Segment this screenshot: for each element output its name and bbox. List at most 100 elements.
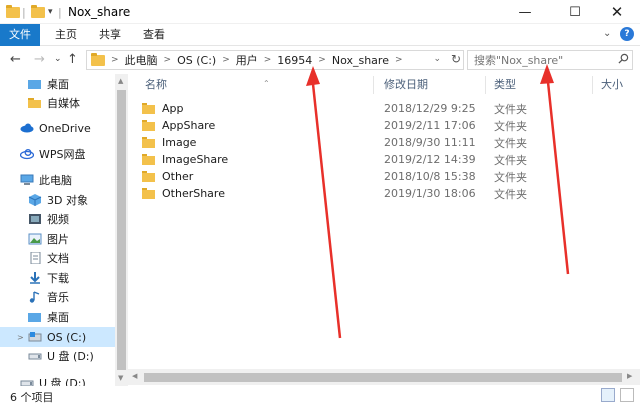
file-name: App [162, 102, 184, 115]
column-header-date[interactable]: 修改日期 [384, 74, 484, 96]
file-name: OtherShare [162, 187, 225, 200]
folder-icon [28, 78, 42, 90]
ribbon: 文件 主页 共享 查看 ⌄ ? [0, 24, 640, 46]
column-header-name[interactable]: 名称 ⌃ [145, 74, 365, 96]
scroll-right-icon[interactable]: ▶ [627, 372, 632, 380]
recent-dropdown-icon[interactable]: ⌄ [54, 54, 62, 64]
search-icon[interactable] [618, 53, 629, 64]
sidebar-scrollbar[interactable]: ▲ ▼ [115, 74, 128, 386]
picture-icon [28, 233, 42, 245]
cloud-icon [19, 148, 35, 160]
quick-access-dropdown-icon[interactable]: ▾ [48, 4, 53, 20]
chevron-down-icon[interactable]: ⌄ [603, 28, 611, 39]
up-arrow-icon[interactable]: ↑ [67, 52, 78, 67]
sidebar-item-3d-objects[interactable]: 3D 对象 [0, 190, 115, 210]
address-dropdown-icon[interactable]: ⌄ [433, 54, 441, 64]
cube-icon [28, 194, 42, 206]
close-button[interactable]: ✕ [594, 0, 640, 24]
breadcrumb-this-pc[interactable]: 此电脑 [125, 52, 158, 68]
file-name: Other [162, 170, 194, 183]
quick-access-folder-icon[interactable] [31, 4, 45, 20]
separator: | [22, 5, 26, 19]
horizontal-scrollbar[interactable]: ◀ ▶ [128, 369, 640, 385]
file-date: 2018/12/29 9:25 [384, 102, 476, 115]
sidebar-item-wps-drive[interactable]: WPS网盘 [0, 144, 115, 164]
desktop-icon [28, 311, 42, 323]
folder-icon [142, 103, 155, 114]
file-list: 名称 ⌃ 修改日期 类型 大小 App 2018/12/29 9:25 文件夹 … [128, 74, 640, 386]
sidebar-item-usb-d-root[interactable]: U 盘 (D:) [0, 373, 115, 386]
separator: | [58, 5, 62, 19]
window-title: Nox_share [68, 5, 131, 19]
folder-icon [142, 171, 155, 182]
column-divider[interactable] [373, 76, 374, 94]
table-row[interactable]: App 2018/12/29 9:25 文件夹 [142, 100, 612, 117]
tab-view[interactable]: 查看 [138, 24, 170, 46]
forward-arrow-icon[interactable]: → [34, 52, 45, 67]
sidebar-item-this-pc[interactable]: 此电脑 [0, 170, 115, 190]
file-type: 文件夹 [494, 170, 527, 184]
sidebar-item-media[interactable]: 自媒体 [0, 93, 115, 113]
scrollbar-thumb[interactable] [144, 373, 622, 382]
cloud-icon [20, 122, 34, 134]
scroll-down-icon[interactable]: ▼ [118, 374, 123, 382]
music-icon [28, 291, 42, 303]
sidebar-item-onedrive[interactable]: OneDrive [0, 118, 115, 138]
chevron-right-icon[interactable]: > [111, 55, 119, 65]
help-icon[interactable]: ? [620, 27, 634, 41]
refresh-icon[interactable]: ↻ [451, 52, 461, 66]
minimize-button[interactable]: — [502, 0, 548, 24]
folder-icon [142, 188, 155, 199]
sidebar-item-pictures[interactable]: 图片 [0, 229, 115, 249]
sidebar-item-usb-d[interactable]: U 盘 (D:) [0, 346, 115, 366]
table-row[interactable]: Other 2018/10/8 15:38 文件夹 [142, 168, 612, 185]
column-header-type[interactable]: 类型 [494, 74, 574, 96]
details-view-icon[interactable] [601, 388, 615, 402]
table-row[interactable]: AppShare 2019/2/11 17:06 文件夹 [142, 117, 612, 134]
chevron-right-icon[interactable]: > [318, 55, 326, 65]
scrollbar-thumb[interactable] [117, 90, 126, 370]
column-divider[interactable] [485, 76, 486, 94]
download-icon [28, 272, 42, 284]
sidebar-item-os-c[interactable]: > OS (C:) [0, 327, 115, 347]
scroll-up-icon[interactable]: ▲ [118, 77, 123, 85]
table-row[interactable]: ImageShare 2019/2/12 14:39 文件夹 [142, 151, 612, 168]
back-arrow-icon[interactable]: ← [10, 52, 21, 67]
sidebar-item-music[interactable]: 音乐 [0, 287, 115, 307]
title-bar: | ▾ | Nox_share — ☐ ✕ [0, 0, 640, 24]
table-row[interactable]: Image 2018/9/30 11:11 文件夹 [142, 134, 612, 151]
tab-file[interactable]: 文件 [0, 24, 40, 46]
column-header-size[interactable]: 大小 [601, 74, 637, 96]
breadcrumb-os-c[interactable]: OS (C:) [177, 54, 216, 67]
chevron-right-icon[interactable]: > [264, 55, 272, 65]
breadcrumb-user-folder[interactable]: 16954 [277, 54, 312, 67]
tab-share[interactable]: 共享 [94, 24, 126, 46]
sidebar-item-documents[interactable]: 文档 [0, 248, 115, 268]
chevron-right-icon[interactable]: > [222, 55, 230, 65]
file-name: AppShare [162, 119, 216, 132]
usb-icon [28, 350, 42, 362]
file-type: 文件夹 [494, 119, 527, 133]
column-divider[interactable] [592, 76, 593, 94]
sidebar-item-desktop[interactable]: 桌面 [0, 307, 115, 327]
chevron-right-icon[interactable]: > [17, 333, 24, 342]
search-input[interactable] [467, 50, 633, 70]
usb-icon [20, 377, 34, 386]
sidebar-item-downloads[interactable]: 下载 [0, 268, 115, 288]
large-icons-view-icon[interactable] [620, 388, 634, 402]
breadcrumb-nox-share[interactable]: Nox_share [332, 54, 389, 67]
folder-icon [28, 97, 42, 109]
drive-icon [28, 331, 42, 343]
breadcrumb-users[interactable]: 用户 [236, 52, 258, 68]
chevron-right-icon[interactable]: > [164, 55, 172, 65]
maximize-button[interactable]: ☐ [552, 0, 598, 24]
sidebar-item-desktop-quick[interactable]: 桌面 [0, 74, 115, 94]
tab-home[interactable]: 主页 [50, 24, 82, 46]
chevron-right-icon[interactable]: > [395, 55, 403, 65]
scroll-left-icon[interactable]: ◀ [132, 372, 137, 380]
status-bar: 6 个项目 [0, 386, 640, 405]
address-bar[interactable]: > 此电脑 > OS (C:) > 用户 > 16954 > Nox_share… [86, 50, 464, 70]
sidebar-item-videos[interactable]: 视频 [0, 209, 115, 229]
file-type: 文件夹 [494, 153, 527, 167]
table-row[interactable]: OtherShare 2019/1/30 18:06 文件夹 [142, 185, 612, 202]
